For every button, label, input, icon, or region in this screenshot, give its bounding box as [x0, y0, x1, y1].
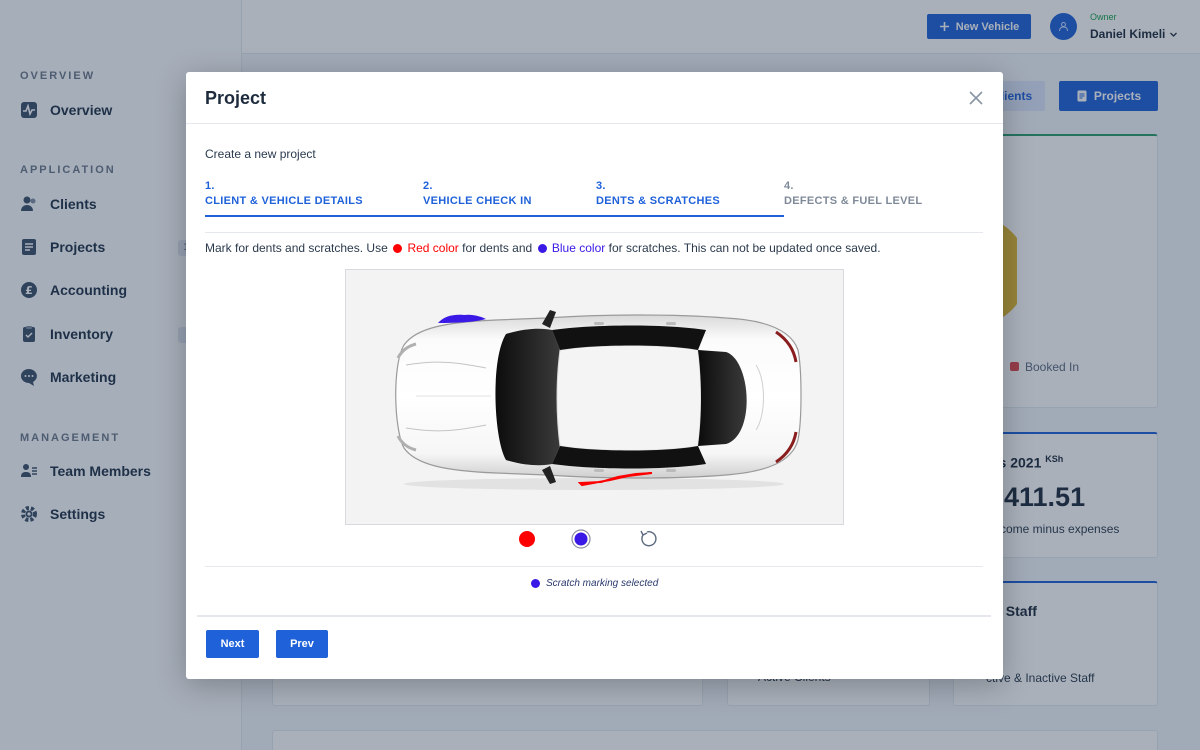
blue-pen-button[interactable] [571, 529, 591, 549]
divider [205, 232, 983, 233]
red-pen-button[interactable] [517, 529, 537, 549]
step-number: 2. [423, 180, 433, 192]
blue-dot-icon [537, 244, 547, 253]
step-number: 1. [205, 180, 215, 192]
step-defects-fuel-level[interactable]: 4. DEFECTS & FUEL LEVEL [784, 179, 922, 209]
instructions-suffix: for scratches. This can not be updated o… [608, 241, 881, 255]
stepper: 1. CLIENT & VEHICLE DETAILS 2. VEHICLE C… [205, 179, 784, 217]
step-label: DEFECTS & FUEL LEVEL [784, 195, 923, 207]
next-button[interactable]: Next [206, 630, 259, 658]
red-dot-icon [393, 244, 403, 253]
step-label: CLIENT & VEHICLE DETAILS [205, 195, 363, 207]
instructions: Mark for dents and scratches. Use Red co… [205, 241, 881, 255]
damage-drawing-canvas[interactable] [345, 269, 844, 525]
instructions-middle: for dents and [462, 241, 533, 255]
modal-subtitle: Create a new project [205, 147, 316, 161]
step-label: VEHICLE CHECK IN [423, 195, 532, 207]
modal-header: Project [186, 72, 1003, 124]
step-vehicle-check-in[interactable]: 2. VEHICLE CHECK IN [423, 179, 532, 209]
close-icon[interactable] [966, 88, 986, 108]
modal-title: Project [205, 88, 267, 108]
step-label: DENTS & SCRATCHES [596, 195, 721, 207]
marking-status-text: Scratch marking selected [546, 578, 659, 589]
step-number: 4. [784, 180, 794, 192]
blue-dot-icon [531, 579, 540, 588]
step-number: 3. [596, 180, 606, 192]
step-dents-scratches[interactable]: 3. DENTS & SCRATCHES [596, 179, 720, 209]
red-color-label: Red color [407, 241, 459, 255]
blue-color-label: Blue color [551, 241, 606, 255]
instructions-prefix: Mark for dents and scratches. Use [205, 241, 388, 255]
prev-button[interactable]: Prev [276, 630, 328, 658]
divider [205, 566, 983, 567]
step-client-vehicle-details[interactable]: 1. CLIENT & VEHICLE DETAILS [205, 179, 363, 209]
reset-icon[interactable] [638, 529, 658, 549]
project-modal: Project Create a new project 1. CLIENT &… [186, 72, 1003, 679]
marking-status: Scratch marking selected [529, 578, 658, 589]
divider [197, 615, 991, 617]
car-top-view-image [395, 310, 802, 490]
